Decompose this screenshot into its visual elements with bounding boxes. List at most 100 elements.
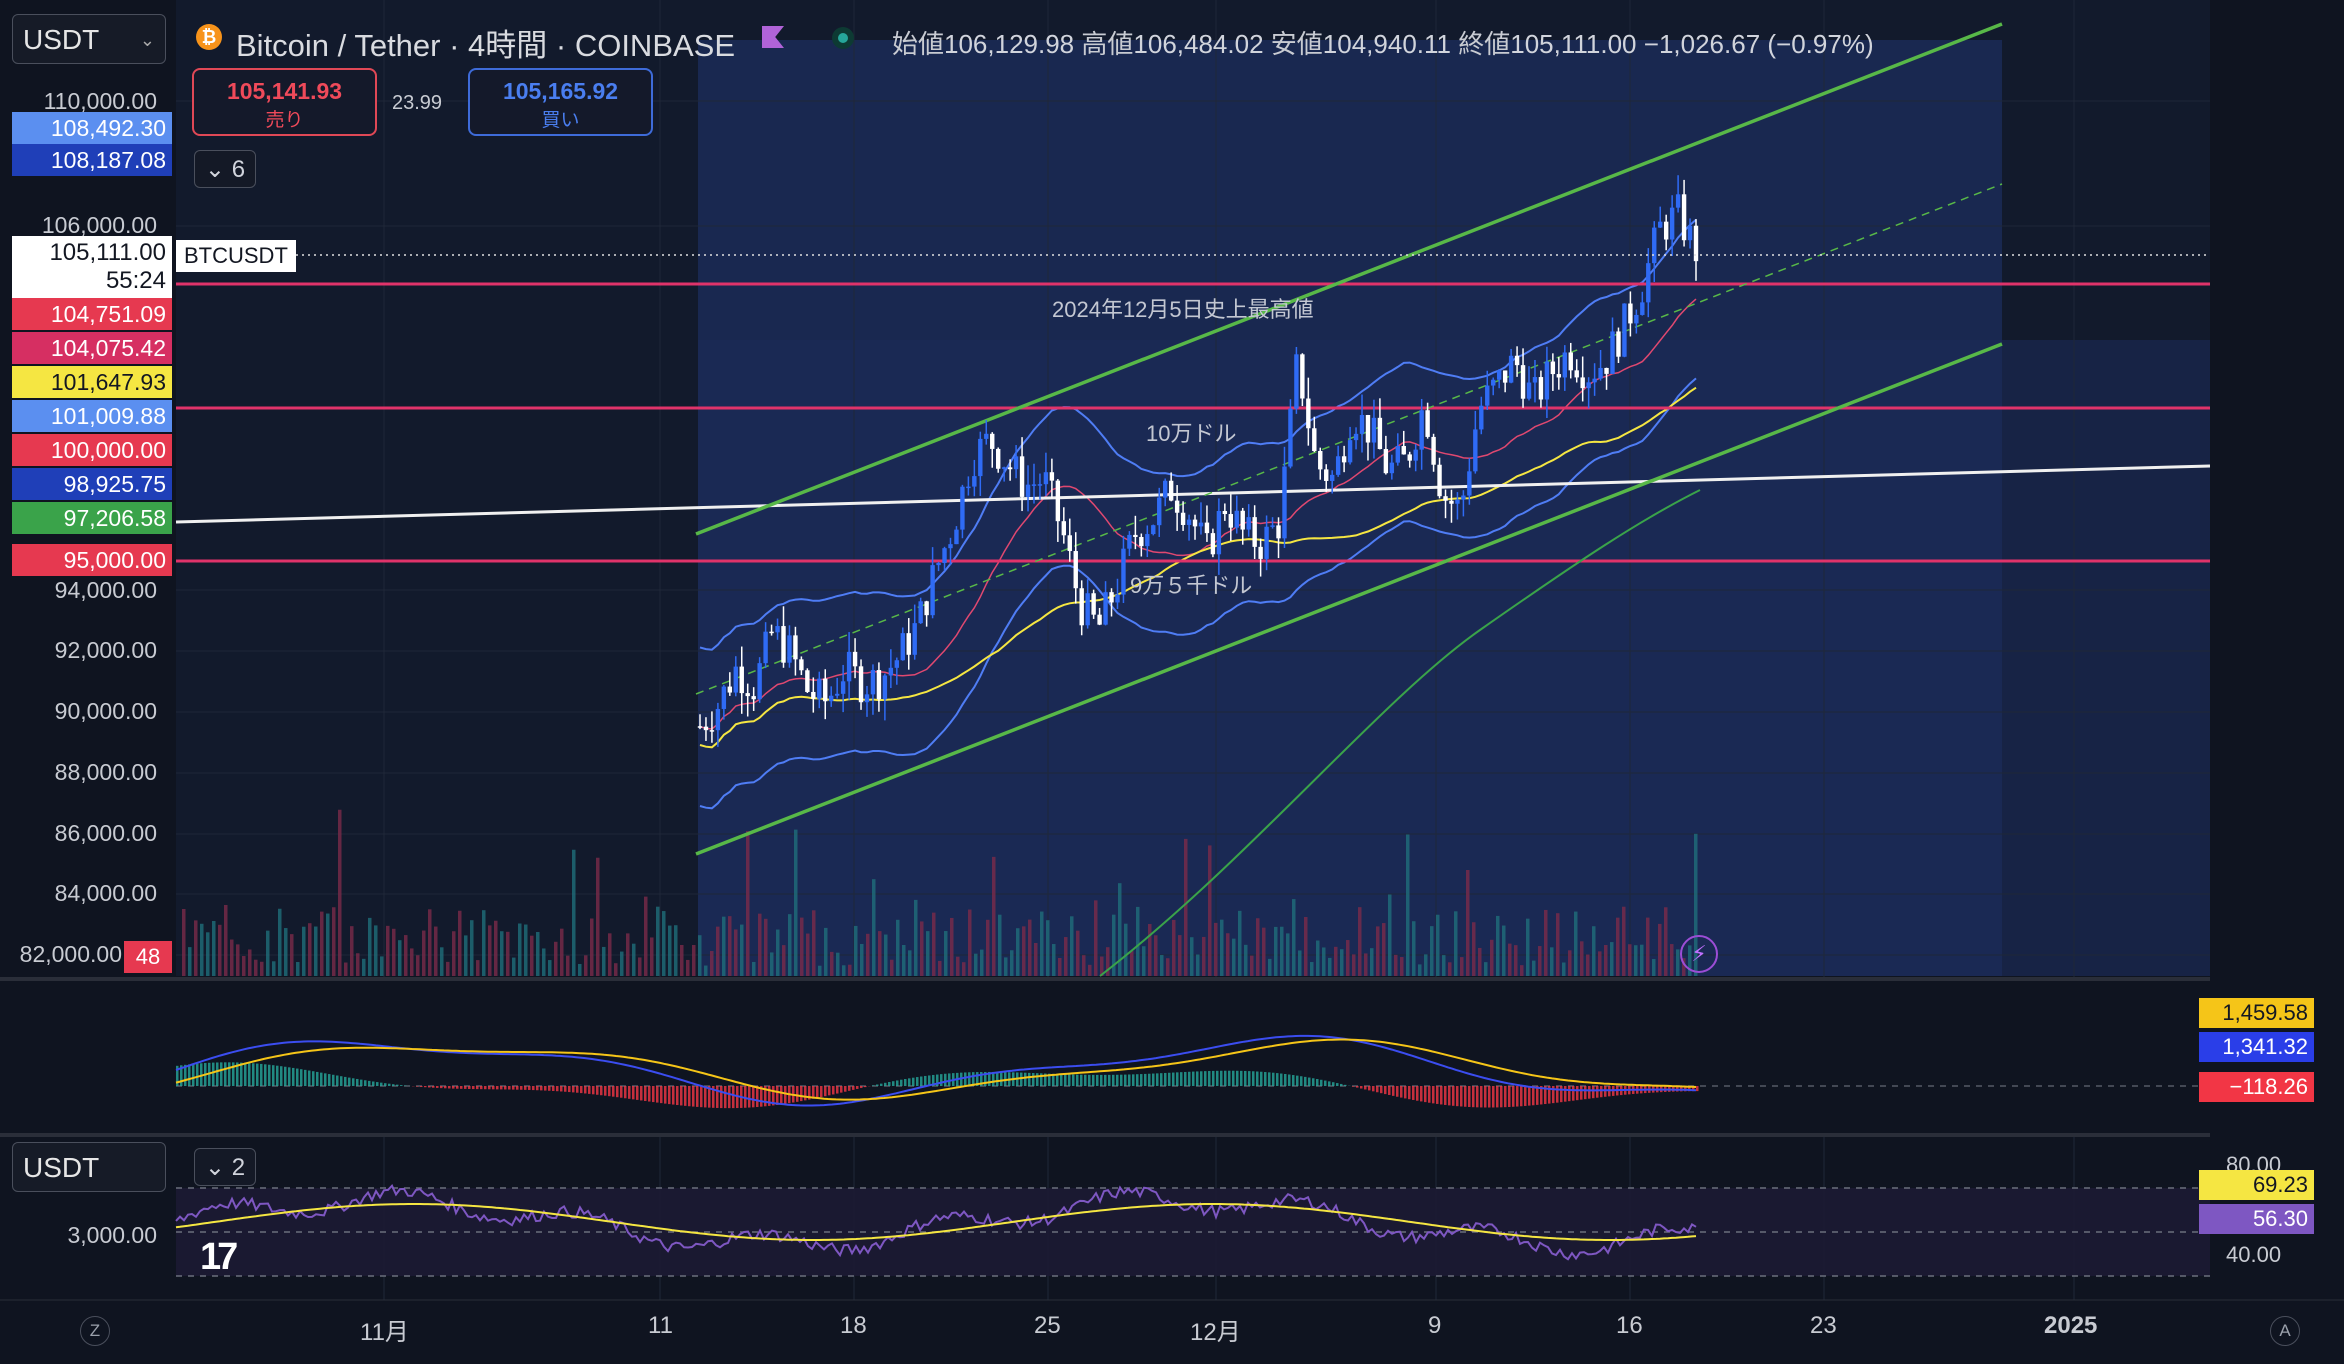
volume-bar <box>854 925 858 976</box>
volume-bar <box>656 906 660 976</box>
volume-bar <box>812 910 816 976</box>
volume-bar <box>470 920 474 976</box>
sell-button[interactable]: 105,141.93 売り <box>192 68 377 136</box>
price-level-tag: 100,000.00 <box>12 434 172 466</box>
rsi-collapse-button[interactable]: ⌄ 2 <box>194 1148 256 1186</box>
candle-body <box>1371 417 1377 443</box>
macd-histogram-bar <box>264 1064 267 1086</box>
macd-histogram-bar <box>800 1086 803 1102</box>
macd-histogram-bar <box>684 1086 687 1106</box>
macd-histogram-bar <box>804 1086 807 1101</box>
macd-histogram-bar <box>1584 1086 1587 1100</box>
volume-bar <box>914 899 918 976</box>
volume-bar <box>1292 899 1296 976</box>
auto-scale-button[interactable]: A <box>2270 1316 2300 1346</box>
macd-histogram-bar <box>248 1063 251 1086</box>
candle-body <box>1461 495 1466 500</box>
volume-bar <box>830 951 834 976</box>
chart-canvas[interactable] <box>0 0 2344 1364</box>
buy-button[interactable]: 105,165.92 買い <box>468 68 653 136</box>
volume-bar <box>1634 945 1638 976</box>
macd-histogram-bar <box>1568 1086 1571 1102</box>
candle-body <box>1312 428 1317 451</box>
price-level-tag: 108,492.30 <box>12 112 172 144</box>
lightning-icon[interactable]: ⚡ <box>1680 935 1718 973</box>
macd-histogram-bar <box>292 1067 295 1086</box>
x-tick: 25 <box>1034 1312 1061 1339</box>
volume-bar <box>344 962 348 976</box>
macd-histogram-bar <box>1424 1086 1427 1103</box>
macd-histogram-bar <box>352 1078 355 1086</box>
macd-histogram-bar <box>568 1086 571 1093</box>
volume-bar <box>410 948 414 976</box>
volume-bar <box>1214 922 1218 976</box>
timezone-button[interactable]: Z <box>80 1316 110 1346</box>
macd-histogram-bar <box>1100 1074 1103 1086</box>
volume-bar <box>728 916 732 976</box>
candle-body <box>1407 454 1412 461</box>
candle-body <box>906 633 911 655</box>
volume-bar <box>1088 964 1092 976</box>
volume-bar <box>836 952 840 976</box>
macd-histogram-bar <box>1184 1071 1187 1086</box>
macd-histogram-bar <box>260 1063 263 1086</box>
macd-hist-tag: −118.26 <box>2199 1072 2314 1102</box>
volume-bar <box>1034 942 1038 976</box>
volume-bar <box>1238 910 1242 976</box>
macd-histogram-bar <box>1580 1086 1583 1100</box>
volume-bar <box>230 939 234 976</box>
chevron-down-icon: ⌄ <box>139 30 155 50</box>
volume-bar <box>1442 955 1446 976</box>
chart-title[interactable]: Bitcoin / Tether · 4時間 · COINBASE <box>236 20 735 65</box>
volume-bar <box>1628 944 1632 976</box>
candle-body <box>1419 410 1424 450</box>
macd-histogram-bar <box>916 1077 919 1086</box>
volume-bar <box>1256 918 1260 976</box>
level-100k-annotation[interactable]: 10万ドル <box>1146 416 1236 448</box>
volume-bar <box>1586 954 1590 976</box>
market-status-icon[interactable] <box>832 27 854 49</box>
candle-body <box>1401 446 1406 455</box>
rsi-symbol-select[interactable]: USDT <box>12 1142 166 1192</box>
macd-histogram-bar <box>1308 1077 1311 1086</box>
volume-bar <box>968 909 972 976</box>
volume-bar <box>1364 953 1368 976</box>
macd-histogram-bar <box>512 1086 515 1090</box>
candle-body <box>1324 469 1329 481</box>
macd-histogram-bar <box>336 1075 339 1086</box>
tradingview-logo[interactable]: 17 <box>200 1236 238 1279</box>
candle-body <box>1294 354 1299 409</box>
volume-bar <box>962 962 966 976</box>
volume-bar <box>1148 924 1152 976</box>
volume-bar <box>242 956 246 976</box>
macd-value-tag: 1,341.32 <box>2199 1032 2314 1062</box>
candle-body <box>733 666 738 693</box>
macd-histogram-bar <box>552 1086 555 1091</box>
bar-countdown: 55:24 <box>105 267 166 294</box>
candle-body <box>1282 466 1287 539</box>
macd-histogram-bar <box>1444 1086 1447 1105</box>
candle-body <box>1306 398 1311 429</box>
macd-histogram-bar <box>320 1072 323 1086</box>
indicator-collapse-button[interactable]: ⌄ 6 <box>194 150 256 188</box>
macd-histogram-bar <box>1180 1072 1183 1086</box>
volume-bar <box>1490 939 1494 976</box>
macd-histogram-bar <box>1352 1086 1355 1087</box>
macd-histogram-bar <box>392 1084 395 1086</box>
ath-annotation[interactable]: 2024年12月5日史上最高値 <box>1052 292 1314 324</box>
candle-body <box>1353 433 1359 441</box>
symbol-select[interactable]: USDT ⌄ <box>12 14 166 64</box>
level-95k-annotation[interactable]: 9万５千ドル <box>1130 568 1252 600</box>
volume-bar <box>1520 965 1524 976</box>
buy-price: 105,165.92 <box>502 78 619 104</box>
macd-histogram-bar <box>1200 1071 1203 1086</box>
macd-histogram-bar <box>556 1086 559 1092</box>
volume-bar <box>1562 962 1566 976</box>
candle-body <box>1276 525 1281 539</box>
volume-bar <box>680 945 684 976</box>
macd-histogram-bar <box>1428 1086 1431 1103</box>
volume-bar <box>392 928 396 976</box>
volume-bar <box>752 961 756 976</box>
macd-histogram-bar <box>572 1086 575 1093</box>
volume-bar <box>1268 958 1272 976</box>
